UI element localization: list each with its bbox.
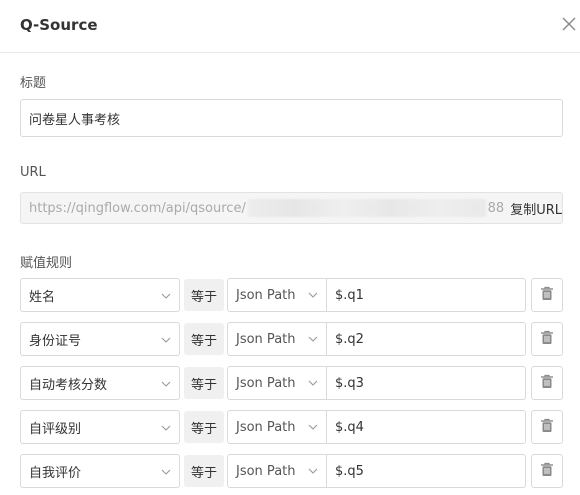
url-text: https://qingflow.com/api/qsource/: [29, 200, 246, 216]
chevron-down-icon: [308, 377, 318, 387]
value-group: Json Path $.q3: [227, 366, 526, 400]
value-group: Json Path $.q5: [227, 454, 526, 488]
operator-label: 等于: [184, 455, 224, 487]
path-type-select[interactable]: Json Path: [228, 323, 327, 355]
field-select[interactable]: 身份证号: [20, 322, 180, 356]
url-redacted: [247, 199, 486, 217]
path-type-value: Json Path: [236, 463, 296, 479]
dialog-title: Q-Source: [20, 16, 98, 34]
chevron-down-icon: [161, 290, 171, 300]
path-type-value: Json Path: [236, 375, 296, 391]
value-group: Json Path $.q1: [227, 278, 526, 312]
field-select[interactable]: 自动考核分数: [20, 366, 180, 400]
chevron-down-icon: [161, 422, 171, 432]
value-group: Json Path $.q2: [227, 322, 526, 356]
path-type-select[interactable]: Json Path: [228, 279, 327, 311]
delete-rule-button[interactable]: [531, 322, 563, 356]
path-value-input[interactable]: $.q3: [335, 367, 364, 399]
operator-label: 等于: [184, 279, 224, 311]
operator-label: 等于: [184, 323, 224, 355]
dialog-header: Q-Source: [0, 0, 580, 53]
rule-row: 自评级别 等于 Json Path $.q4: [20, 410, 563, 444]
path-type-select[interactable]: Json Path: [228, 367, 327, 399]
chevron-down-icon: [308, 421, 318, 431]
path-value-input[interactable]: $.q1: [335, 279, 364, 311]
chevron-down-icon: [161, 378, 171, 388]
copy-url-button[interactable]: 复制URL: [510, 199, 562, 218]
path-type-value: Json Path: [236, 419, 296, 435]
path-type-value: Json Path: [236, 287, 296, 303]
path-type-select[interactable]: Json Path: [228, 411, 327, 443]
chevron-down-icon: [161, 466, 171, 476]
rule-row: 姓名 等于 Json Path $.q1: [20, 278, 563, 312]
field-select[interactable]: 姓名: [20, 278, 180, 312]
path-value-input[interactable]: $.q2: [335, 323, 364, 355]
field-select-value: 自我评价: [29, 465, 82, 481]
title-input[interactable]: 问卷星人事考核: [20, 99, 563, 137]
delete-rule-button[interactable]: [531, 278, 563, 312]
title-label: 标题: [20, 76, 47, 91]
path-type-value: Json Path: [236, 331, 296, 347]
url-label: URL: [20, 165, 46, 180]
title-input-value: 问卷星人事考核: [29, 112, 121, 128]
close-icon: [562, 17, 576, 31]
rule-row: 自我评价 等于 Json Path $.q5: [20, 454, 563, 488]
delete-rule-button[interactable]: [531, 454, 563, 488]
field-select[interactable]: 自评级别: [20, 410, 180, 444]
rule-row: 自动考核分数 等于 Json Path $.q3: [20, 366, 563, 400]
close-button[interactable]: [562, 16, 578, 34]
chevron-down-icon: [161, 334, 171, 344]
path-value-input[interactable]: $.q4: [335, 411, 364, 443]
path-value-input[interactable]: $.q5: [335, 455, 364, 487]
delete-rule-button[interactable]: [531, 410, 563, 444]
field-select-value: 自动考核分数: [29, 377, 108, 393]
delete-rule-button[interactable]: [531, 366, 563, 400]
path-type-select[interactable]: Json Path: [228, 455, 327, 487]
url-field[interactable]: https://qingflow.com/api/qsource/ 88 复制U…: [20, 192, 563, 224]
field-select-value: 自评级别: [29, 421, 82, 437]
chevron-down-icon: [308, 289, 318, 299]
chevron-down-icon: [308, 465, 318, 475]
trash-icon: [540, 418, 554, 437]
trash-icon: [540, 462, 554, 481]
operator-label: 等于: [184, 411, 224, 443]
chevron-down-icon: [308, 333, 318, 343]
operator-label: 等于: [184, 367, 224, 399]
field-select-value: 身份证号: [29, 333, 82, 349]
trash-icon: [540, 330, 554, 349]
value-group: Json Path $.q4: [227, 410, 526, 444]
rule-row: 身份证号 等于 Json Path $.q2: [20, 322, 563, 356]
field-select-value: 姓名: [29, 289, 56, 305]
url-suffix: 88: [487, 200, 505, 216]
rules-label: 赋值规则: [20, 256, 73, 271]
trash-icon: [540, 374, 554, 393]
trash-icon: [540, 286, 554, 305]
field-select[interactable]: 自我评价: [20, 454, 180, 488]
